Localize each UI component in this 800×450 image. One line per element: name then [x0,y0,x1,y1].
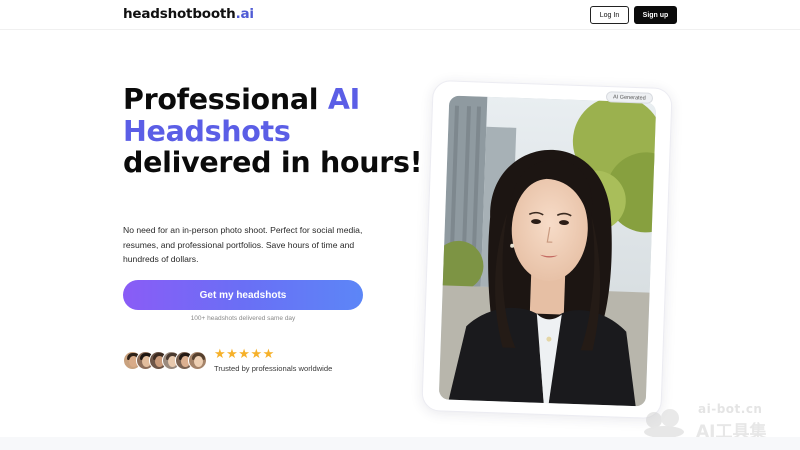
signup-button[interactable]: Sign up [634,6,677,24]
logo-suffix: .ai [235,6,254,22]
rating-stars: ★★★★★ [214,346,275,361]
headline-accent-ai: AI [327,83,360,116]
trusted-text: Trusted by professionals worldwide [214,364,333,373]
watermark-icon [644,409,684,438]
headline-accent-headshots: Headshots [123,114,291,148]
hero-headline: Professional AI Headshots delivered in h… [123,84,423,179]
headshot-photo [438,95,657,407]
cta-note: 100+ headshots delivered same day [190,315,296,322]
footer-strip [0,437,800,450]
get-headshots-button[interactable]: Get my headshots [123,280,363,310]
ai-generated-badge: AI Generated [605,91,653,104]
logo-main: headshotbooth [123,6,236,22]
hero-subtext: No need for an in-person photo shoot. Pe… [123,225,363,264]
logo[interactable]: headshotbooth.ai [123,6,254,22]
site-header: headshotbooth.ai Log In Sign up [0,0,800,30]
headline-part1: Professional [123,83,328,116]
watermark: ai-bot.cn AI工具集 [640,402,795,442]
customer-avatars [123,351,213,371]
avatar [188,351,207,370]
portrait-illustration [438,95,657,407]
headline-part2: delivered in hours! [123,146,423,179]
watermark-line1: ai-bot.cn [698,402,763,416]
login-button[interactable]: Log In [590,6,629,24]
